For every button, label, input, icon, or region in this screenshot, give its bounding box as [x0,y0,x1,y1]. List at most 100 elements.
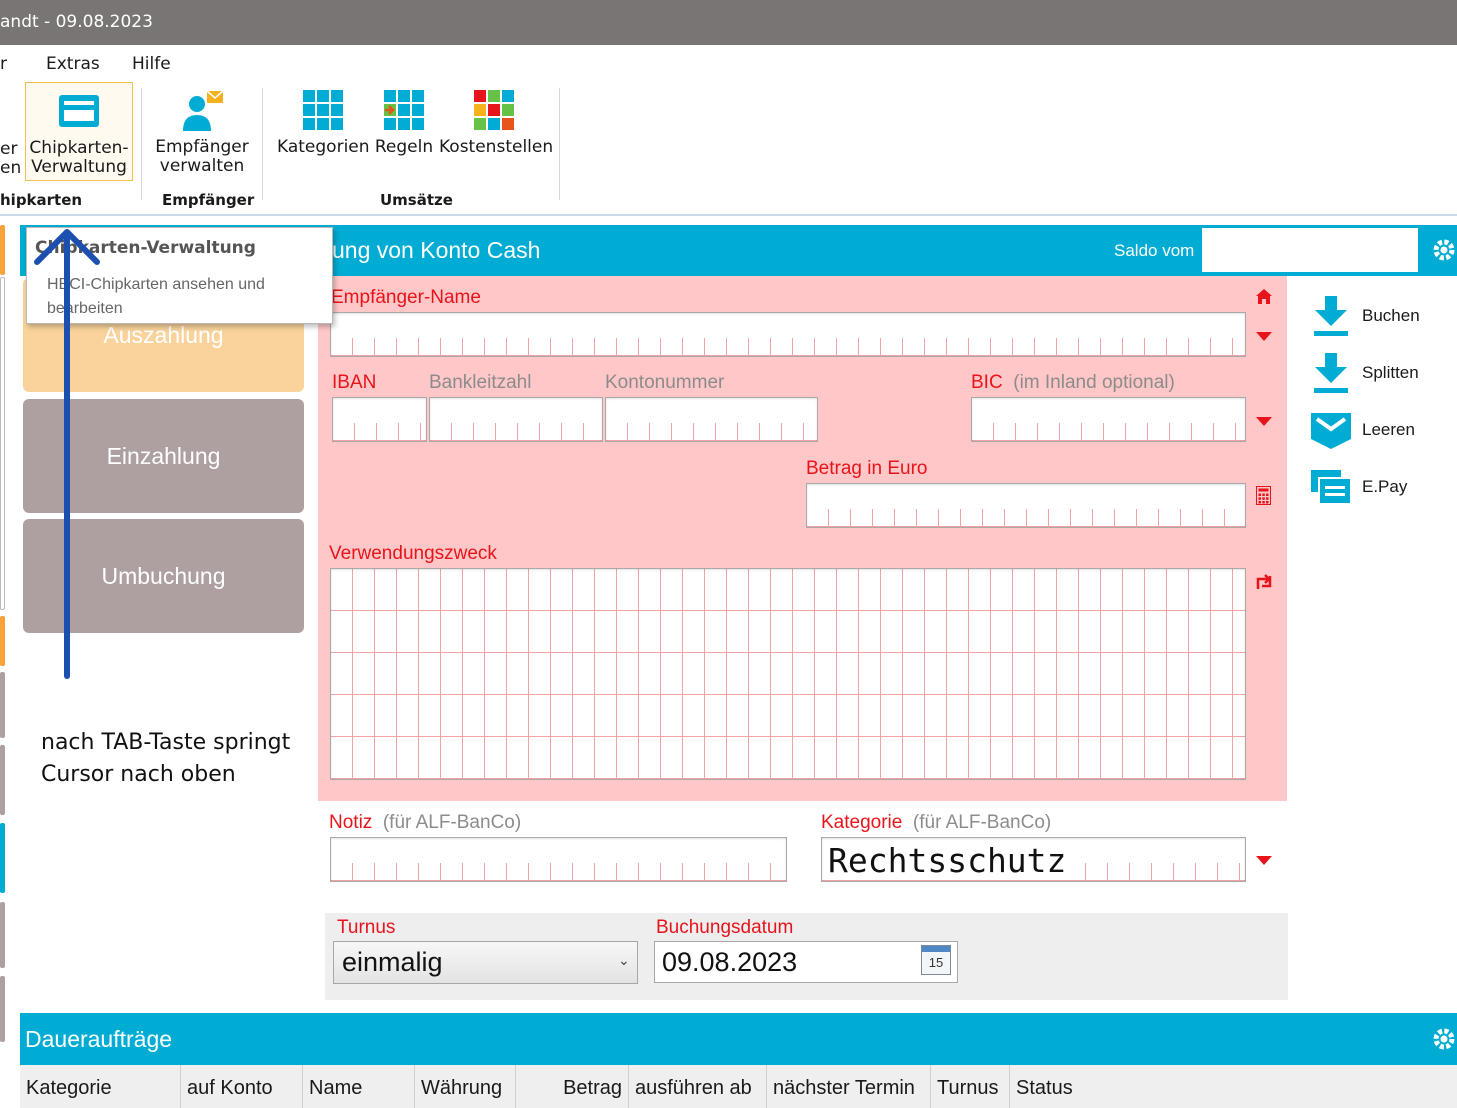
buchungsdatum-input[interactable]: 09.08.2023 15 [654,941,958,983]
form-title: ung von Konto Cash [332,237,541,263]
ribbon-bottom-border [0,214,1457,216]
empfaenger-line2: verwalten [159,156,245,176]
dauerauftraege-title: Daueraufträge [25,1026,173,1052]
saldo-value-box [1202,228,1418,272]
card-icon [26,83,132,139]
ribbon-button-partial-line1: er [0,139,18,159]
leeren-button[interactable]: Leeren [1308,406,1448,454]
kategorien-label: Kategorien [277,137,370,157]
empfaenger-input[interactable] [330,312,1246,357]
column-header-turnus[interactable]: Turnus [931,1065,1010,1108]
envelope-icon [1308,407,1354,453]
empfaenger-label: Empfänger-Name [331,287,481,308]
left-edge-strip [0,616,5,666]
left-edge-strip [0,225,5,275]
bic-hint: (im Inland optional) [1013,372,1175,393]
empfaenger-dropdown-icon[interactable] [1256,332,1272,341]
ribbon-button-partial[interactable]: er en [0,139,22,178]
calendar-icon[interactable]: 15 [921,945,951,975]
kategorie-dropdown-icon[interactable] [1256,856,1272,865]
calculator-icon[interactable] [1256,486,1271,510]
annotation-arrow [34,229,100,679]
column-header-auf-konto[interactable]: auf Konto [181,1065,303,1108]
left-edge-strip [0,902,5,968]
gear-icon[interactable] [1426,232,1457,268]
column-header-ausfuehren-ab[interactable]: ausführen ab [629,1065,767,1108]
bic-input[interactable] [971,397,1246,442]
grid-icon [277,82,369,138]
notiz-label-text: Notiz [329,812,373,833]
grid-arrow-icon [373,82,435,138]
saldo-label: Saldo vom [1114,241,1195,260]
bic-label: BIC (im Inland optional) [971,372,1175,394]
column-header-status[interactable]: Status [1010,1065,1160,1108]
menu-item-extras[interactable]: Extras [46,54,100,74]
group-label-empfaenger: Empfänger [162,191,255,209]
betrag-label: Betrag in Euro [806,458,928,479]
kategorie-value: Rechtsschutz [828,841,1071,880]
annotation-line2: Cursor nach oben [41,762,236,787]
menu-item-hilfe[interactable]: Hilfe [132,54,171,74]
annotation-note: nach TAB-Taste springt Cursor nach oben [41,727,290,791]
download-icon [1308,293,1354,339]
buchungsdatum-label: Buchungsdatum [656,917,794,938]
notiz-input[interactable] [330,837,787,882]
empfaenger-verwalten-button[interactable]: Empfänger verwalten [152,82,252,181]
home-icon[interactable] [1255,288,1273,310]
swap-icon[interactable] [1254,572,1274,597]
kategorie-label: Kategorie (für ALF-BanCo) [821,812,1051,834]
chipkarten-verwaltung-button[interactable]: Chipkarten- Verwaltung [25,82,133,181]
empfaenger-line1: Empfänger [155,137,249,157]
column-header-name[interactable]: Name [303,1065,415,1108]
epay-button[interactable]: E.Pay [1308,463,1448,511]
regeln-label: Regeln [374,137,434,157]
regeln-button[interactable]: Regeln [373,82,435,181]
buchen-label: Buchen [1362,306,1420,325]
bic-label-text: BIC [971,372,1003,393]
column-header-waehrung[interactable]: Währung [415,1065,516,1108]
person-mail-icon [152,82,252,138]
chipkarten-line2: Verwaltung [31,157,127,177]
left-edge-strip [0,745,5,815]
kategorien-button[interactable]: Kategorien [277,82,370,181]
turnus-label: Turnus [337,917,396,938]
gear-icon[interactable] [1426,1021,1457,1057]
notiz-hint: (für ALF-BanCo) [382,812,522,833]
buchungsdatum-value: 09.08.2023 [662,947,798,977]
calendar-icon-day: 15 [928,955,944,970]
kategorie-input[interactable]: Rechtsschutz [821,837,1246,882]
download-icon [1308,350,1354,396]
turnus-value: einmalig [342,947,443,977]
window-title: andt - 09.08.2023 [0,12,153,32]
column-header-kategorie[interactable]: Kategorie [20,1065,181,1108]
buchen-button[interactable]: Buchen [1308,292,1448,340]
betrag-input[interactable] [806,483,1246,528]
left-edge-strip [0,976,5,1042]
splitten-label: Splitten [1362,363,1419,382]
title-bar: andt - 09.08.2023 [0,0,1457,45]
dauerauftraege-table-header: Kategorie auf Konto Name Währung Betrag … [20,1065,1457,1108]
kategorie-hint: (für ALF-BanCo) [912,812,1052,833]
bankleitzahl-input[interactable] [429,397,603,442]
menu-item-partial[interactable]: r [0,54,7,74]
turnus-select[interactable]: einmalig ⌄ [333,941,638,984]
iban-country-input[interactable] [332,397,427,442]
grid-color-icon [439,82,549,138]
annotation-line1: nach TAB-Taste springt [41,730,291,755]
ribbon-button-partial-line2: en [0,158,22,178]
chevron-down-icon: ⌄ [618,952,630,968]
left-edge-strip [0,277,5,610]
left-edge-strip [0,672,5,738]
left-edge-strip [0,823,5,893]
kontonummer-label: Kontonummer [605,372,725,393]
verwendungszweck-input[interactable] [330,568,1246,780]
column-header-betrag[interactable]: Betrag [516,1065,629,1108]
column-header-naechster-termin[interactable]: nächster Termin [767,1065,931,1108]
notiz-label: Notiz (für ALF-BanCo) [329,812,521,834]
splitten-button[interactable]: Splitten [1308,349,1448,397]
bic-dropdown-icon[interactable] [1256,417,1272,426]
bankleitzahl-label: Bankleitzahl [429,372,532,393]
kontonummer-input[interactable] [605,397,818,442]
group-label-umsaetze: Umsätze [380,191,453,209]
kostenstellen-button[interactable]: Kostenstellen [439,82,553,181]
